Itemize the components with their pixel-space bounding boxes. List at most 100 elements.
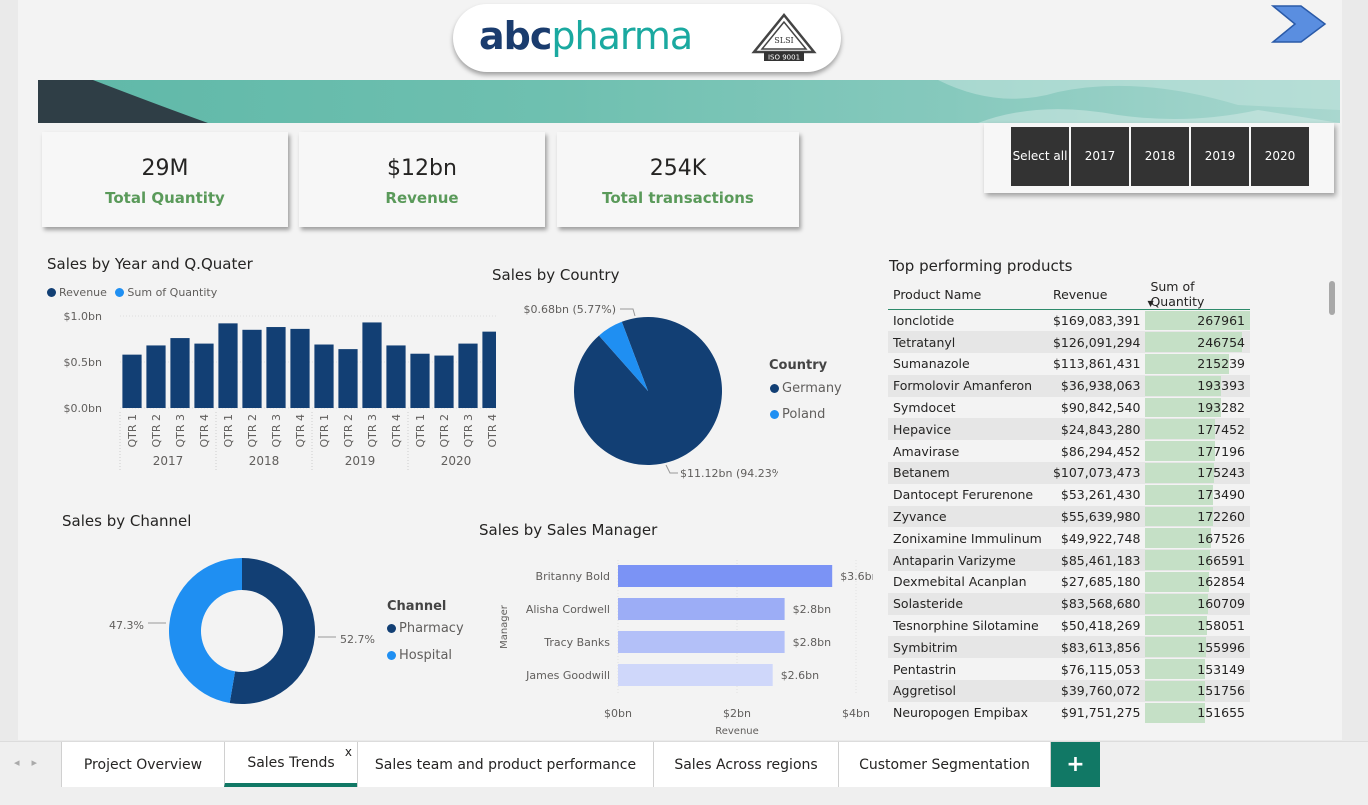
tab-project-overview[interactable]: Project Overview (61, 742, 225, 787)
kpi-label: Revenue (385, 189, 459, 207)
slicer-2020-button[interactable]: 2020 (1251, 127, 1309, 186)
cell-quantity: 173490 (1145, 484, 1250, 506)
table-scrollbar[interactable] (1329, 281, 1335, 315)
table-row[interactable]: Ionclotide $169,083,391 267961 (888, 310, 1250, 332)
next-page-chevron-icon[interactable] (1271, 4, 1327, 44)
table-row[interactable]: Dexmebital Acanplan $27,685,180 162854 (888, 571, 1250, 593)
close-tab-icon[interactable]: x (345, 745, 352, 759)
table-row[interactable]: Solasteride $83,568,680 160709 (888, 592, 1250, 615)
table-row[interactable]: Tetratanyl $126,091,294 246754 (888, 331, 1250, 354)
cell-revenue: $36,938,063 (1047, 374, 1146, 397)
quantity-data-bar (1145, 702, 1205, 723)
column-header-product[interactable]: Product Name (888, 279, 1048, 310)
y-tick-label: Tracy Banks (543, 636, 610, 649)
tab-sales-team-performance[interactable]: Sales team and product performance (357, 742, 654, 787)
table-row[interactable]: Symbitrim $83,613,856 155996 (888, 636, 1250, 659)
cell-product-name: Dexmebital Acanplan (893, 574, 1027, 590)
x-tick-label: QTR 4 (294, 414, 307, 448)
cell-product-name: Sumanazole (893, 356, 970, 372)
cell-product-name: Amavirase (893, 443, 960, 459)
axis-label-revenue: Revenue (715, 726, 759, 737)
year-label: 2019 (345, 454, 376, 468)
cell-product-name: Dantocept Ferurenone (893, 487, 1034, 503)
tab-customer-segmentation[interactable]: Customer Segmentation (838, 742, 1051, 787)
x-tick-label: QTR 4 (198, 414, 211, 448)
cell-quantity: 193393 (1145, 374, 1250, 397)
legend-label-quantity: Sum of Quantity (127, 286, 218, 299)
channel-legend-pharmacy: Pharmacy (387, 621, 464, 636)
bar-revenue (194, 343, 214, 408)
data-label-hospital: 47.3% (109, 619, 144, 632)
table-row[interactable]: Neuropogen Empibax $91,751,275 151655 (888, 702, 1250, 724)
data-label: $2.8bn (793, 636, 831, 649)
cell-product-name: Solasteride (888, 592, 1048, 615)
x-tick-label: QTR 4 (390, 414, 403, 448)
table-row[interactable]: Zonixamine Immulinum $49,922,748 167526 (888, 527, 1250, 549)
y-tick-label: $0.0bn (64, 402, 102, 415)
slicer-select-all-button[interactable]: Select all (1011, 127, 1069, 186)
tab-scroll-arrows[interactable]: ◂▸ (14, 756, 49, 769)
tab-sales-across-regions[interactable]: Sales Across regions (653, 742, 839, 787)
table-row[interactable]: Amavirase $86,294,452 177196 (888, 440, 1250, 462)
chart-title-sales-by-manager: Sales by Sales Manager (479, 521, 658, 539)
cell-quantity: 162854 (1145, 571, 1250, 593)
country-legend-title: Country (769, 358, 828, 373)
x-tick-label: QTR 2 (342, 414, 355, 448)
cell-quantity: 166591 (1145, 549, 1250, 572)
cell-quantity: 155996 (1145, 636, 1250, 659)
table-row[interactable]: Betanem $107,073,473 175243 (888, 462, 1250, 484)
table-row[interactable]: Antaparin Varizyme $85,461,183 166591 (888, 549, 1250, 572)
table-row[interactable]: Formolovir Amanferon $36,938,063 193393 (888, 374, 1250, 397)
sales-by-channel-chart[interactable]: 52.7% 47.3% (78, 545, 378, 720)
table-row[interactable]: Sumanazole $113,861,431 215239 (888, 353, 1250, 375)
donut-slice-hospital (169, 558, 242, 703)
slicer-2018-button[interactable]: 2018 (1131, 127, 1189, 186)
chevron-right-icon[interactable]: ▸ (32, 756, 50, 769)
table-row[interactable]: Tesnorphine Silotamine $50,418,269 158051 (888, 615, 1250, 637)
chart-title-sales-by-country: Sales by Country (492, 266, 620, 284)
add-page-button[interactable]: + (1051, 742, 1100, 787)
cell-revenue: $83,613,856 (1047, 636, 1146, 659)
bar-revenue (146, 345, 166, 408)
label-leader (665, 464, 678, 474)
banner-graphic (38, 80, 1340, 123)
bar-revenue (434, 355, 454, 408)
column-header-quantity[interactable]: Sum of Quantity ▼ (1145, 279, 1250, 310)
y-tick-label: James Goodwill (525, 669, 610, 682)
iso-seal-icon: SLSI ISO 9001 (751, 13, 817, 62)
chevron-left-icon[interactable]: ◂ (14, 756, 32, 769)
cell-revenue: $113,861,431 (1052, 356, 1141, 372)
table-row[interactable]: Hepavice $24,843,280 177452 (888, 418, 1250, 441)
cell-product-name: Betanem (888, 462, 1048, 484)
slicer-2019-button[interactable]: 2019 (1191, 127, 1249, 186)
x-tick-label: QTR 3 (366, 414, 379, 448)
tab-sales-trends[interactable]: Sales Trends x (224, 742, 358, 787)
cell-revenue: $49,922,748 (1060, 530, 1141, 546)
table-row[interactable]: Dantocept Ferurenone $53,261,430 173490 (888, 484, 1250, 506)
sales-by-year-chart[interactable]: $1.0bn $0.5bn $0.0bn QTR 1 QTR 2 QTR 3 QTR 4 QT… (46, 300, 496, 480)
cell-product-name: Aggretisol (888, 680, 1048, 702)
table-row[interactable]: Aggretisol $39,760,072 151756 (888, 680, 1250, 702)
table-row[interactable]: Pentastrin $76,115,053 153149 (888, 658, 1250, 680)
data-label-pharmacy: 52.7% (340, 633, 375, 646)
cell-quantity: 167526 (1145, 527, 1250, 549)
top-products-table[interactable]: Product Name Revenue Sum of Quantity ▼ Io… (888, 279, 1252, 729)
sales-by-manager-chart[interactable]: $0bn $2bn $4bn Britanny Bold $3.6bn Alisha Co… (473, 555, 873, 740)
cell-revenue: $53,261,430 (1060, 487, 1141, 503)
kpi-value: $12bn (387, 156, 457, 181)
bar-revenue (410, 353, 430, 408)
table-row[interactable]: Zyvance $55,639,980 172260 (888, 505, 1250, 528)
kpi-label: Total transactions (602, 189, 754, 207)
chart-legend: Revenue Sum of Quantity (47, 286, 217, 299)
bar-revenue (362, 322, 382, 408)
y-tick-label: Alisha Cordwell (526, 603, 610, 616)
bar-manager (618, 631, 785, 653)
table-row[interactable]: Symdocet $90,842,540 193282 (888, 397, 1250, 419)
sales-by-country-chart[interactable]: $0.68bn (5.77%) $11.12bn (94.23%) (488, 290, 778, 490)
cell-product-name: Zonixamine Immulinum (893, 530, 1042, 546)
cell-product-name: Symbitrim (888, 636, 1048, 659)
cell-quantity: 175243 (1145, 462, 1250, 484)
x-tick-label: QTR 2 (246, 414, 259, 448)
slicer-2017-button[interactable]: 2017 (1071, 127, 1129, 186)
column-header-revenue[interactable]: Revenue (1047, 279, 1146, 310)
